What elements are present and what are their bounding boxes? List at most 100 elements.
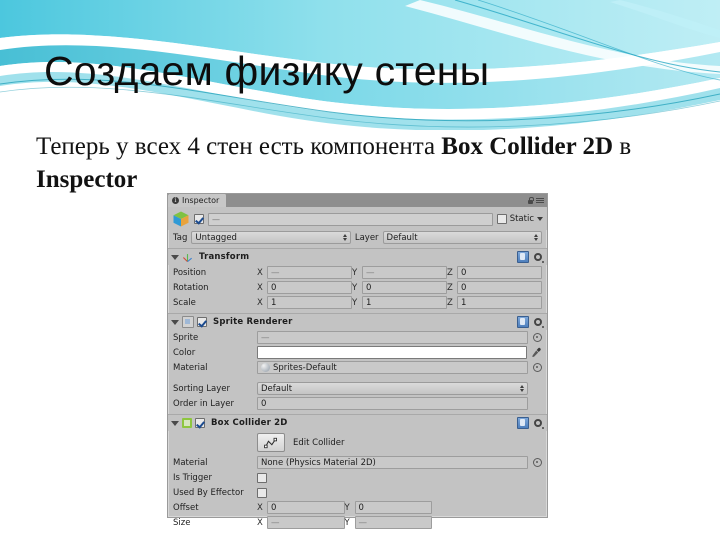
- chevron-updown-icon: [342, 234, 347, 241]
- sorting-layer-label: Sorting Layer: [173, 383, 230, 394]
- axis-x-label: X: [257, 267, 263, 278]
- scale-x-field[interactable]: 1: [267, 296, 352, 309]
- layer-dropdown[interactable]: Default: [382, 231, 542, 244]
- tag-layer-row: Tag Untagged Layer Default: [168, 230, 547, 248]
- axis-y-label: Y: [344, 517, 350, 528]
- sprite-renderer-header-actions: [517, 316, 544, 328]
- gear-icon[interactable]: [533, 317, 544, 328]
- is-trigger-checkbox[interactable]: [257, 472, 267, 483]
- target-icon[interactable]: [533, 458, 542, 467]
- box-collider-2d-title: Box Collider 2D: [211, 418, 288, 428]
- rotation-z-field[interactable]: 0: [457, 281, 542, 294]
- size-y-field[interactable]: —: [354, 516, 432, 529]
- inspector-tab-actions: [528, 194, 547, 207]
- rotation-y-field[interactable]: 0: [362, 281, 447, 294]
- row-material: Material Sprites-Default: [168, 360, 547, 375]
- sprite-renderer-enabled-checkbox[interactable]: [197, 317, 207, 327]
- axis-y-label: Y: [352, 297, 358, 308]
- edit-collider-button[interactable]: [257, 433, 285, 452]
- tag-label: Tag: [173, 232, 188, 243]
- color-label: Color: [173, 347, 196, 358]
- help-book-icon[interactable]: [517, 251, 529, 263]
- size-x-field[interactable]: —: [267, 516, 345, 529]
- edit-collider-label: Edit Collider: [293, 437, 345, 448]
- foldout-triangle-icon[interactable]: [171, 420, 179, 426]
- layer-value: Default: [386, 232, 418, 243]
- tab-inspector[interactable]: i Inspector: [168, 194, 228, 207]
- row-collider-material: Material None (Physics Material 2D): [168, 455, 547, 470]
- scale-vector3: X1 Y1 Z1: [257, 296, 542, 309]
- transform-axis-icon: [182, 253, 192, 262]
- hamburger-menu-icon[interactable]: [536, 198, 544, 203]
- box-collider-2d-body: Edit Collider Material None (Physics Mat…: [168, 431, 547, 533]
- help-book-icon[interactable]: [517, 316, 529, 328]
- position-y-field[interactable]: —: [362, 266, 447, 279]
- axis-x-label: X: [257, 502, 263, 513]
- eyedropper-icon[interactable]: [531, 347, 542, 358]
- rotation-x-field[interactable]: 0: [267, 281, 352, 294]
- row-color: Color: [168, 345, 547, 360]
- collider-material-field[interactable]: None (Physics Material 2D): [257, 456, 528, 469]
- gear-icon[interactable]: [533, 252, 544, 263]
- material-object-field[interactable]: Sprites-Default: [257, 361, 528, 374]
- sprite-label: Sprite: [173, 332, 199, 343]
- row-sorting-layer: Sorting Layer Default: [168, 381, 547, 396]
- offset-label: Offset: [173, 502, 199, 513]
- gameobject-header: — Static: [168, 207, 547, 230]
- inspector-tab-strip: i Inspector: [168, 194, 547, 207]
- axis-y-label: Y: [352, 267, 358, 278]
- order-in-layer-field[interactable]: 0: [257, 397, 528, 410]
- transform-header[interactable]: Transform: [168, 249, 547, 265]
- gameobject-name-field[interactable]: —: [208, 212, 493, 226]
- row-edit-collider: Edit Collider: [168, 431, 547, 455]
- is-trigger-label: Is Trigger: [173, 472, 212, 483]
- position-vector3: X — Y — Z0: [257, 266, 542, 279]
- foldout-triangle-icon[interactable]: [171, 319, 179, 325]
- size-vector2: X — Y —: [257, 516, 542, 529]
- unity-inspector-panel: i Inspector — Static Tag Untagged Layer: [167, 193, 548, 529]
- sprite-renderer-body: Sprite — Color Material Sprites-Default: [168, 330, 547, 414]
- foldout-triangle-icon[interactable]: [171, 254, 179, 260]
- lock-icon[interactable]: [528, 197, 534, 204]
- used-by-effector-label: Used By Effector: [173, 487, 244, 498]
- slide-body-text: Теперь у всех 4 стен есть компонента Box…: [36, 130, 684, 196]
- offset-y-field[interactable]: 0: [354, 501, 432, 514]
- sprite-renderer-header[interactable]: Sprite Renderer: [168, 314, 547, 330]
- static-checkbox[interactable]: [496, 214, 507, 224]
- position-z-field[interactable]: 0: [457, 266, 542, 279]
- scale-y-field[interactable]: 1: [362, 296, 447, 309]
- size-label: Size: [173, 517, 191, 528]
- box-collider-2d-header[interactable]: Box Collider 2D: [168, 415, 547, 431]
- color-swatch-field[interactable]: [257, 346, 527, 359]
- sprite-renderer-title: Sprite Renderer: [213, 317, 293, 327]
- axis-x-label: X: [257, 517, 263, 528]
- chevron-down-icon[interactable]: [537, 217, 543, 221]
- transform-title: Transform: [199, 252, 250, 262]
- box-collider-2d-header-actions: [517, 417, 544, 429]
- rotation-vector3: X0 Y0 Z0: [257, 281, 542, 294]
- target-icon[interactable]: [533, 333, 542, 342]
- gameobject-active-checkbox[interactable]: [194, 214, 204, 224]
- row-offset: Offset X0 Y0: [168, 500, 547, 515]
- rotation-label: Rotation: [173, 282, 209, 293]
- row-rotation: Rotation X0 Y0 Z0: [168, 280, 547, 295]
- static-label: Static: [509, 214, 534, 224]
- component-sprite-renderer: Sprite Renderer Sprite — Color Material …: [168, 313, 547, 414]
- scale-z-field[interactable]: 1: [457, 296, 542, 309]
- used-by-effector-checkbox[interactable]: [257, 487, 267, 498]
- sprite-object-field[interactable]: —: [257, 331, 528, 344]
- static-toggle-group: Static: [496, 214, 543, 224]
- axis-x-label: X: [257, 282, 263, 293]
- info-icon: i: [172, 197, 179, 204]
- sorting-layer-dropdown[interactable]: Default: [257, 382, 528, 395]
- gear-icon[interactable]: [533, 418, 544, 429]
- gameobject-cube-icon: [173, 211, 189, 227]
- position-x-field[interactable]: —: [267, 266, 352, 279]
- offset-x-field[interactable]: 0: [267, 501, 345, 514]
- tag-dropdown[interactable]: Untagged: [191, 231, 351, 244]
- sprite-renderer-icon: [182, 316, 194, 328]
- box-collider-2d-enabled-checkbox[interactable]: [195, 418, 205, 428]
- axis-y-label: Y: [344, 502, 350, 513]
- help-book-icon[interactable]: [517, 417, 529, 429]
- target-icon[interactable]: [533, 363, 542, 372]
